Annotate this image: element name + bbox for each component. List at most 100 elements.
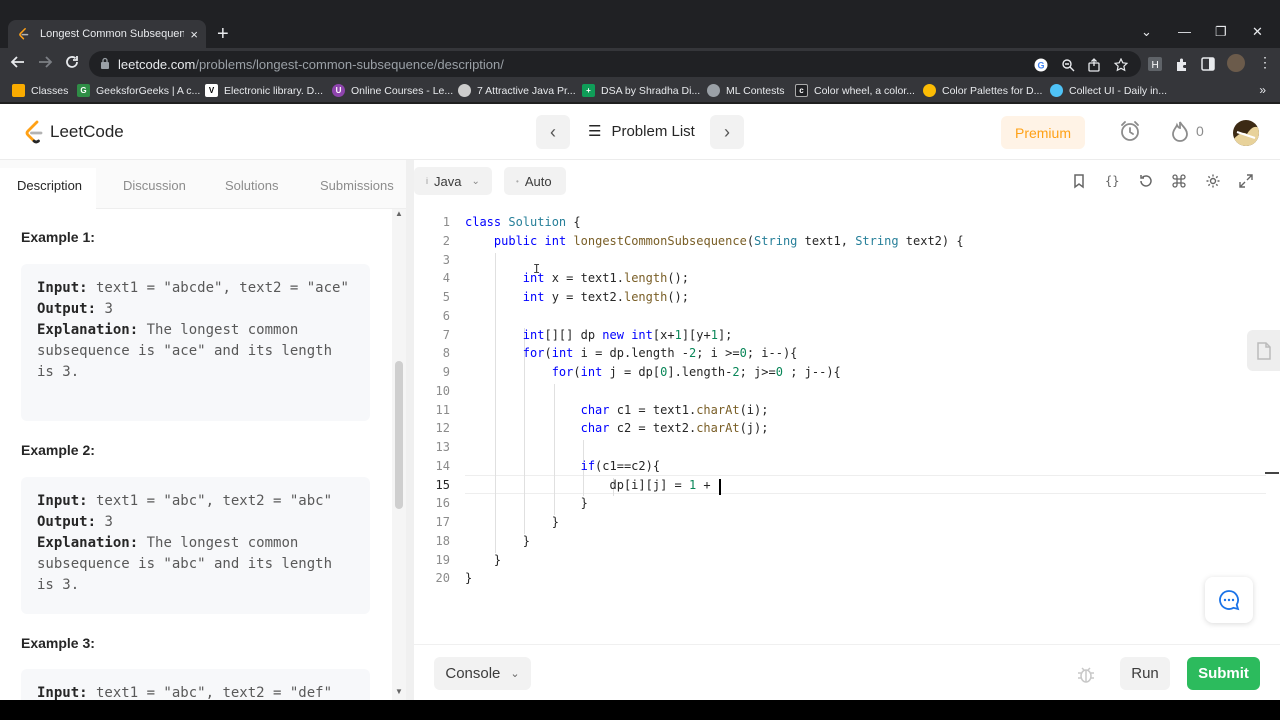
panel-splitter[interactable]: [406, 160, 414, 700]
example-box: Input: text1 = "abcde", text2 = "ace" Ou…: [21, 264, 370, 421]
bookmark-label: 7 Attractive Java Pr...: [477, 84, 576, 97]
bookmark-item[interactable]: c Color wheel, a color...: [795, 84, 915, 97]
scroll-down-arrow-icon[interactable]: ▼: [395, 687, 403, 696]
language-label: Java: [434, 173, 462, 189]
description-scrollbar[interactable]: ▲ ▼: [392, 209, 406, 700]
extensions-puzzle-icon[interactable]: [1174, 56, 1190, 72]
explanation-label: Explanation:: [37, 535, 139, 551]
new-tab-button[interactable]: +: [217, 22, 229, 46]
share-icon[interactable]: [1087, 58, 1101, 72]
avatar[interactable]: [1233, 120, 1259, 146]
bookmark-label: GeeksforGeeks | A c...: [96, 84, 201, 97]
tab-discussion[interactable]: Discussion: [123, 178, 186, 193]
streak-count: 0: [1196, 123, 1204, 139]
sheets-icon: +: [582, 84, 595, 97]
notes-side-tab[interactable]: [1247, 330, 1280, 371]
editor-ruler-mark: [1265, 472, 1279, 474]
forward-arrow-icon[interactable]: [37, 54, 53, 76]
code-braces-icon[interactable]: {}: [1104, 173, 1120, 189]
bookmark-star-icon[interactable]: [1114, 58, 1128, 72]
close-window-button[interactable]: ✕: [1252, 24, 1263, 40]
tab-search-icon[interactable]: ⌄: [1141, 24, 1152, 40]
browser-menu-icon[interactable]: ⋮: [1258, 54, 1274, 70]
bookmark-item[interactable]: Collect UI - Daily in...: [1050, 84, 1167, 97]
scrollbar-thumb[interactable]: [395, 361, 403, 509]
bookmark-item[interactable]: 7 Attractive Java Pr...: [458, 84, 576, 97]
side-panel-icon[interactable]: [1200, 56, 1216, 72]
line-number: 13: [435, 440, 450, 454]
run-button[interactable]: Run: [1120, 657, 1170, 690]
address-bar[interactable]: leetcode.com/problems/longest-common-sub…: [89, 51, 1141, 77]
code-line: char c2 = text2.charAt(j);: [580, 421, 769, 436]
bookmark-label: Classes: [31, 84, 69, 97]
example-heading: Example 2:: [21, 442, 95, 458]
bookmark-label: ML Contests: [726, 84, 785, 97]
profile-avatar[interactable]: [1227, 54, 1245, 72]
line-number: 19: [435, 552, 450, 567]
maximize-button[interactable]: ❐: [1215, 24, 1227, 40]
bookmark-label: DSA by Shradha Di...: [601, 84, 701, 97]
prev-problem-button[interactable]: ‹: [536, 115, 570, 149]
input-value: text1 = "abcde", text2 = "ace": [87, 280, 349, 296]
fullscreen-icon[interactable]: [1238, 173, 1254, 189]
editor-toolbar: i Java ⌄ • Auto {}: [414, 160, 1280, 204]
lock-icon[interactable]: [100, 57, 110, 70]
tab-close-icon[interactable]: ×: [190, 27, 198, 42]
bookmark-item[interactable]: Classes: [12, 84, 68, 97]
bookmark-item[interactable]: Color Palettes for D...: [923, 84, 1042, 97]
bookmark-label: Collect UI - Daily in...: [1069, 84, 1168, 97]
google-icon[interactable]: G: [1034, 58, 1048, 72]
output-label: Output:: [37, 301, 97, 317]
line-number: 17: [435, 515, 450, 529]
bookmark-item[interactable]: V Electronic library. D...: [205, 84, 323, 97]
gfg-icon: G: [77, 84, 90, 97]
bookmark-item[interactable]: G GeeksforGeeks | A c...: [77, 84, 200, 97]
auto-mode-button[interactable]: • Auto: [504, 167, 566, 195]
editor-bottom-bar: Console ⌄ Run Submit: [414, 644, 1280, 700]
tab-solutions[interactable]: Solutions: [225, 178, 278, 193]
extension-h-icon[interactable]: H: [1147, 56, 1163, 72]
output-label: Output:: [37, 514, 97, 530]
text-caret: [718, 478, 721, 495]
chevron-down-icon: ⌄: [510, 668, 520, 680]
code-editor[interactable]: 1 class Solution {2 public int longestCom…: [414, 204, 1280, 634]
leetcode-logo[interactable]: LeetCode: [24, 120, 124, 144]
bookmarks-overflow-icon[interactable]: »: [1259, 83, 1266, 97]
example-input: Input: text1 = "abc", text2 = "abc": [37, 491, 354, 512]
premium-button[interactable]: Premium: [1001, 116, 1085, 149]
leetcode-logo-icon: [25, 120, 43, 144]
leetcode-favicon-icon: [16, 26, 32, 42]
browser-tab[interactable]: Longest Common Subsequence ×: [8, 20, 206, 48]
example-box: Input: text1 = "abc", text2 = "def": [21, 669, 370, 700]
bookmark-item[interactable]: + DSA by Shradha Di...: [582, 84, 700, 97]
back-arrow-icon[interactable]: [10, 54, 26, 76]
scroll-up-arrow-icon[interactable]: ▲: [395, 209, 403, 218]
submit-button[interactable]: Submit: [1187, 657, 1260, 690]
reset-icon[interactable]: [1138, 173, 1154, 189]
code-line: for(int i = dp.length -2; i >=0; i--){: [522, 346, 798, 361]
bookmark-item[interactable]: ML Contests: [707, 84, 785, 97]
bookmark-item[interactable]: U Online Courses - Le...: [332, 84, 453, 97]
streak-fire-icon[interactable]: [1171, 120, 1189, 147]
debug-bug-icon[interactable]: [1076, 665, 1096, 685]
tab-description[interactable]: Description: [17, 178, 82, 193]
problem-list-button[interactable]: ☰ Problem List: [588, 122, 695, 141]
next-problem-button[interactable]: ›: [710, 115, 744, 149]
alarm-clock-icon[interactable]: [1119, 120, 1141, 147]
shortcuts-command-icon[interactable]: [1171, 173, 1187, 189]
bookmark-icon[interactable]: [1071, 173, 1087, 189]
example-input: Input: text1 = "abcde", text2 = "ace": [37, 278, 354, 299]
tab-submissions[interactable]: Submissions: [320, 178, 394, 193]
minimize-button[interactable]: —: [1178, 24, 1191, 40]
console-button[interactable]: Console ⌄: [434, 657, 531, 690]
reload-icon[interactable]: [64, 54, 80, 76]
code-line: public int longestCommonSubsequence(Stri…: [493, 233, 964, 248]
input-label: Input:: [37, 685, 88, 700]
example-heading: Example 3:: [21, 635, 95, 651]
zoom-icon[interactable]: [1061, 58, 1075, 72]
svg-text:G: G: [1038, 61, 1045, 71]
language-select[interactable]: i Java ⌄: [414, 167, 492, 195]
svg-text:{}: {}: [1105, 174, 1119, 188]
settings-gear-icon[interactable]: [1205, 173, 1221, 189]
feedback-chat-button[interactable]: [1205, 577, 1253, 623]
